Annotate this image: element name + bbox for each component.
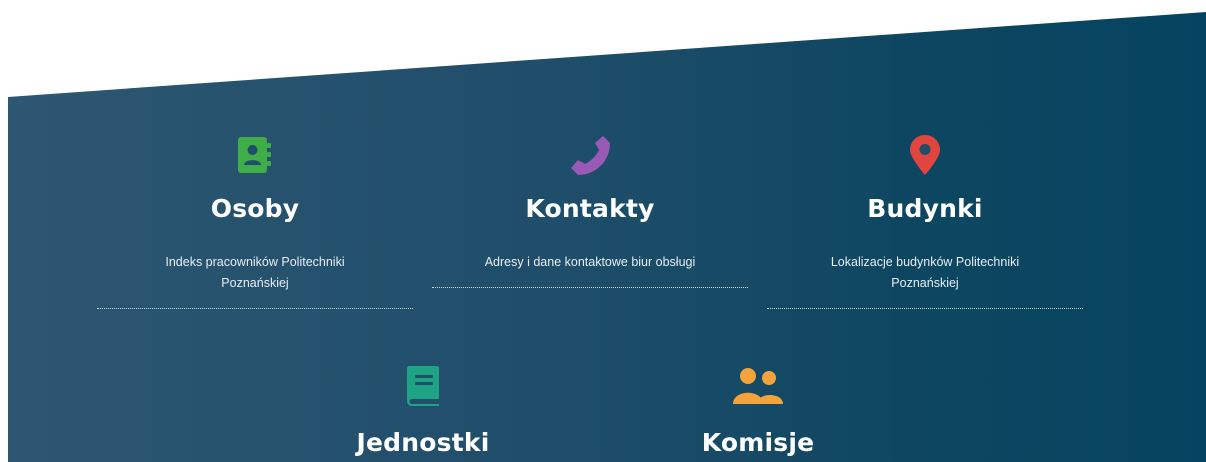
card-title: Osoby bbox=[210, 194, 300, 223]
card-komisje[interactable]: Komisje bbox=[600, 364, 916, 458]
book-icon bbox=[265, 364, 581, 408]
card-description: Adresy i dane kontaktowe biur obsługi bbox=[484, 255, 696, 269]
address-book-icon bbox=[97, 132, 413, 178]
map-marker-icon bbox=[767, 132, 1083, 178]
card-title: Kontakty bbox=[525, 194, 655, 223]
phone-icon bbox=[432, 132, 748, 178]
card-description: Indeks pracowników Politechniki Poznańsk… bbox=[165, 255, 345, 290]
card-divider bbox=[97, 308, 413, 309]
card-jednostki[interactable]: Jednostki bbox=[265, 364, 581, 458]
card-divider bbox=[767, 308, 1083, 309]
users-icon bbox=[600, 364, 916, 408]
page: Osoby Indeks pracowników Politechniki Po… bbox=[0, 0, 1206, 462]
card-kontakty[interactable]: Kontakty Adresy i dane kontaktowe biur o… bbox=[432, 132, 748, 288]
card-title: Jednostki bbox=[356, 428, 490, 457]
card-description: Lokalizacje budynków Politechniki Poznań… bbox=[830, 255, 1020, 290]
card-osoby[interactable]: Osoby Indeks pracowników Politechniki Po… bbox=[97, 132, 413, 309]
card-title: Komisje bbox=[701, 428, 815, 457]
card-divider bbox=[432, 287, 748, 288]
card-title: Budynki bbox=[867, 194, 983, 223]
card-budynki[interactable]: Budynki Lokalizacje budynków Politechnik… bbox=[767, 132, 1083, 309]
